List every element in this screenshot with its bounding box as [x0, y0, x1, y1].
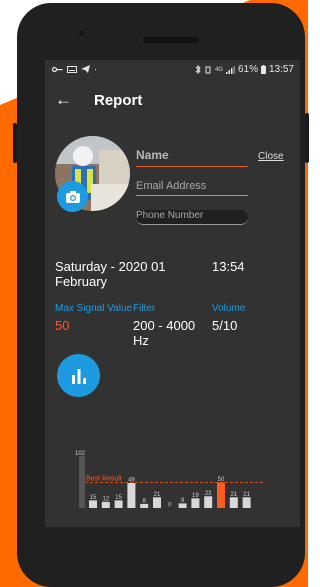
keyboard-icon: [67, 65, 77, 73]
chart-bar: [217, 482, 225, 508]
front-camera: [79, 30, 85, 36]
key-icon: [52, 66, 63, 72]
volume-value: 5/10: [212, 318, 238, 333]
email-field[interactable]: Email Address: [136, 180, 248, 196]
app-screen: · 4G 61% 13:57 ← Report Name Email Addre…: [45, 60, 300, 527]
volume-label: Volume: [212, 303, 246, 314]
chart-bar: [89, 500, 97, 508]
chart-bar: [242, 497, 251, 508]
camera-icon: [65, 190, 80, 203]
chart-value-label: 8: [143, 498, 147, 504]
bluetooth-icon: [195, 65, 201, 74]
chart-value-label: 15: [90, 495, 97, 501]
chart-max-label: 102: [75, 451, 86, 457]
results-chart: 102 Best Result 15 12 15 49 8 21 0 9 19 23 50 21 21: [75, 451, 263, 509]
volume-button: [13, 123, 17, 163]
chart-max-bar: [79, 456, 85, 508]
measurement-time: 13:54: [212, 259, 245, 274]
phone-chin: [0, 548, 308, 587]
chart-value-label: 21: [154, 492, 161, 498]
network-type: 4G: [214, 66, 223, 73]
name-field[interactable]: Name: [136, 148, 248, 167]
bar-chart-icon: [71, 368, 86, 384]
vibrate-icon: [205, 66, 211, 73]
best-result-label: Best Result: [86, 476, 122, 483]
telegram-icon: [81, 65, 90, 73]
phone-frame: · 4G 61% 13:57 ← Report Name Email Addre…: [13, 3, 309, 587]
chart-bar: [229, 497, 238, 508]
chart-bar: [127, 483, 136, 508]
chart-bar: [101, 501, 110, 508]
max-signal-label: Max Signal Value: [55, 303, 133, 314]
status-clock: 13:57: [268, 64, 294, 75]
chart-bar: [114, 500, 123, 508]
page-title: Report: [94, 92, 143, 109]
chart-value-label: 12: [102, 496, 109, 502]
filter-value: 200 - 4000 Hz: [133, 318, 196, 348]
chart-value-label: 15: [115, 495, 122, 501]
phone-field[interactable]: Phone Number: [136, 210, 248, 225]
battery-icon: [260, 65, 266, 74]
chart-value-label: 0: [168, 503, 172, 509]
earpiece: [143, 37, 199, 43]
chart-value-label: 9: [181, 498, 185, 504]
chart-value-label: 50: [218, 477, 225, 483]
chart-bar: [191, 498, 200, 508]
chart-bar: [140, 503, 149, 508]
chart-value-label: 49: [128, 478, 135, 484]
chart-value-label: 23: [205, 491, 212, 497]
back-arrow-icon[interactable]: ←: [55, 90, 72, 110]
chart-bar: [153, 497, 161, 508]
chart-value-label: 19: [192, 493, 199, 499]
chart-bar: [204, 496, 213, 508]
chart-value-label: 21: [230, 492, 237, 498]
chart-bar: [178, 503, 187, 508]
measurement-date: Saturday - 2020 01 February: [55, 259, 166, 289]
filter-label: Filter: [133, 303, 156, 314]
signal-icon: [225, 65, 235, 74]
chart-button[interactable]: [57, 354, 100, 397]
power-button: [305, 113, 309, 163]
camera-button[interactable]: [57, 181, 88, 212]
battery-percent: 61%: [237, 64, 258, 75]
chart-value-label: 21: [243, 492, 250, 498]
status-bar: · 4G 61% 13:57: [45, 60, 300, 80]
max-signal-value: 50: [55, 318, 70, 333]
close-link[interactable]: Close: [258, 151, 284, 162]
